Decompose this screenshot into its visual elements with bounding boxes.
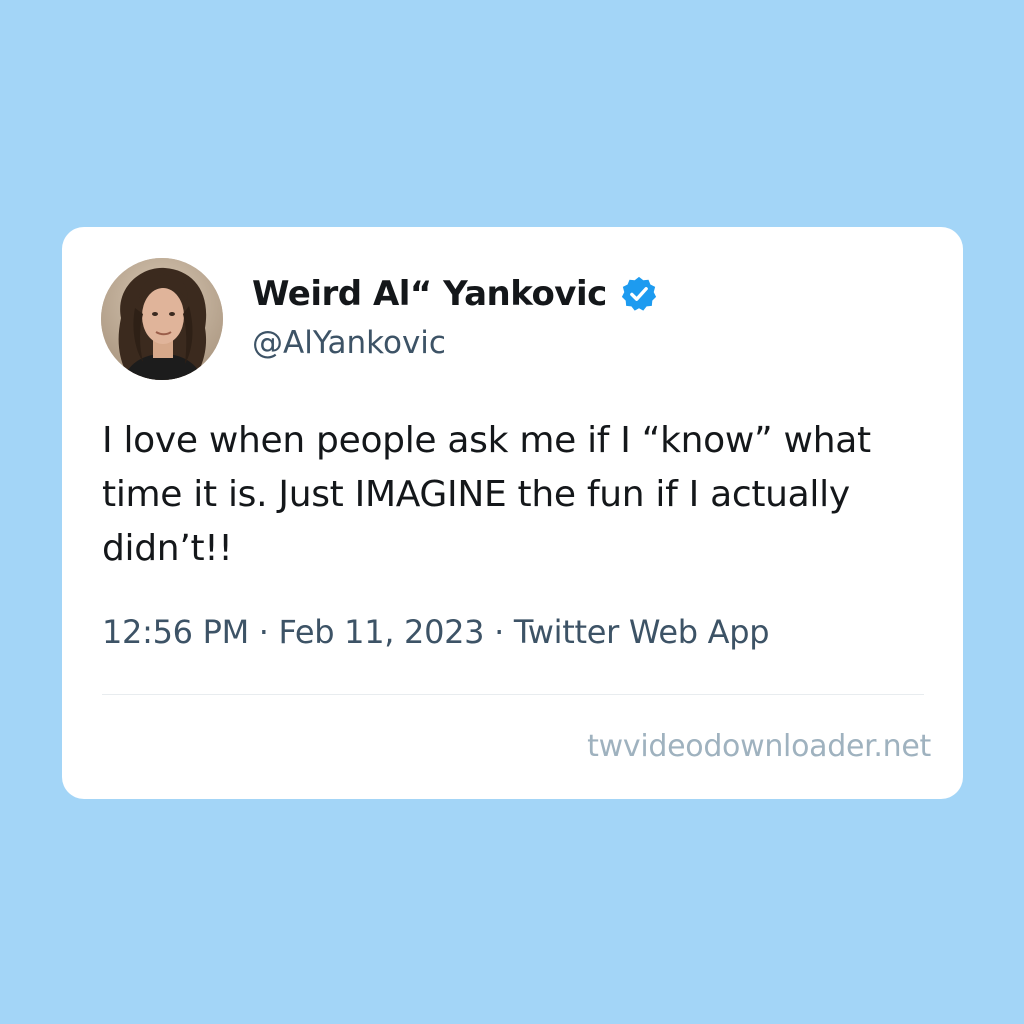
author-name-row: Weird Al“ Yankovic [252, 271, 658, 317]
avatar[interactable] [101, 258, 223, 380]
divider [102, 694, 924, 695]
profile-photo-icon [101, 258, 223, 380]
watermark-text: twvideodownloader.net [587, 729, 931, 764]
tweet-card: Weird Al“ Yankovic @AlYankovic I love wh… [62, 227, 963, 799]
author-display-name[interactable]: Weird Al“ Yankovic [252, 274, 607, 314]
author-handle[interactable]: @AlYankovic [252, 325, 446, 361]
tweet-text: I love when people ask me if I “know” wh… [102, 420, 871, 569]
tweet-timestamp-source[interactable]: 12:56 PM · Feb 11, 2023 · Twitter Web Ap… [102, 613, 770, 651]
verified-badge-icon [620, 275, 658, 313]
